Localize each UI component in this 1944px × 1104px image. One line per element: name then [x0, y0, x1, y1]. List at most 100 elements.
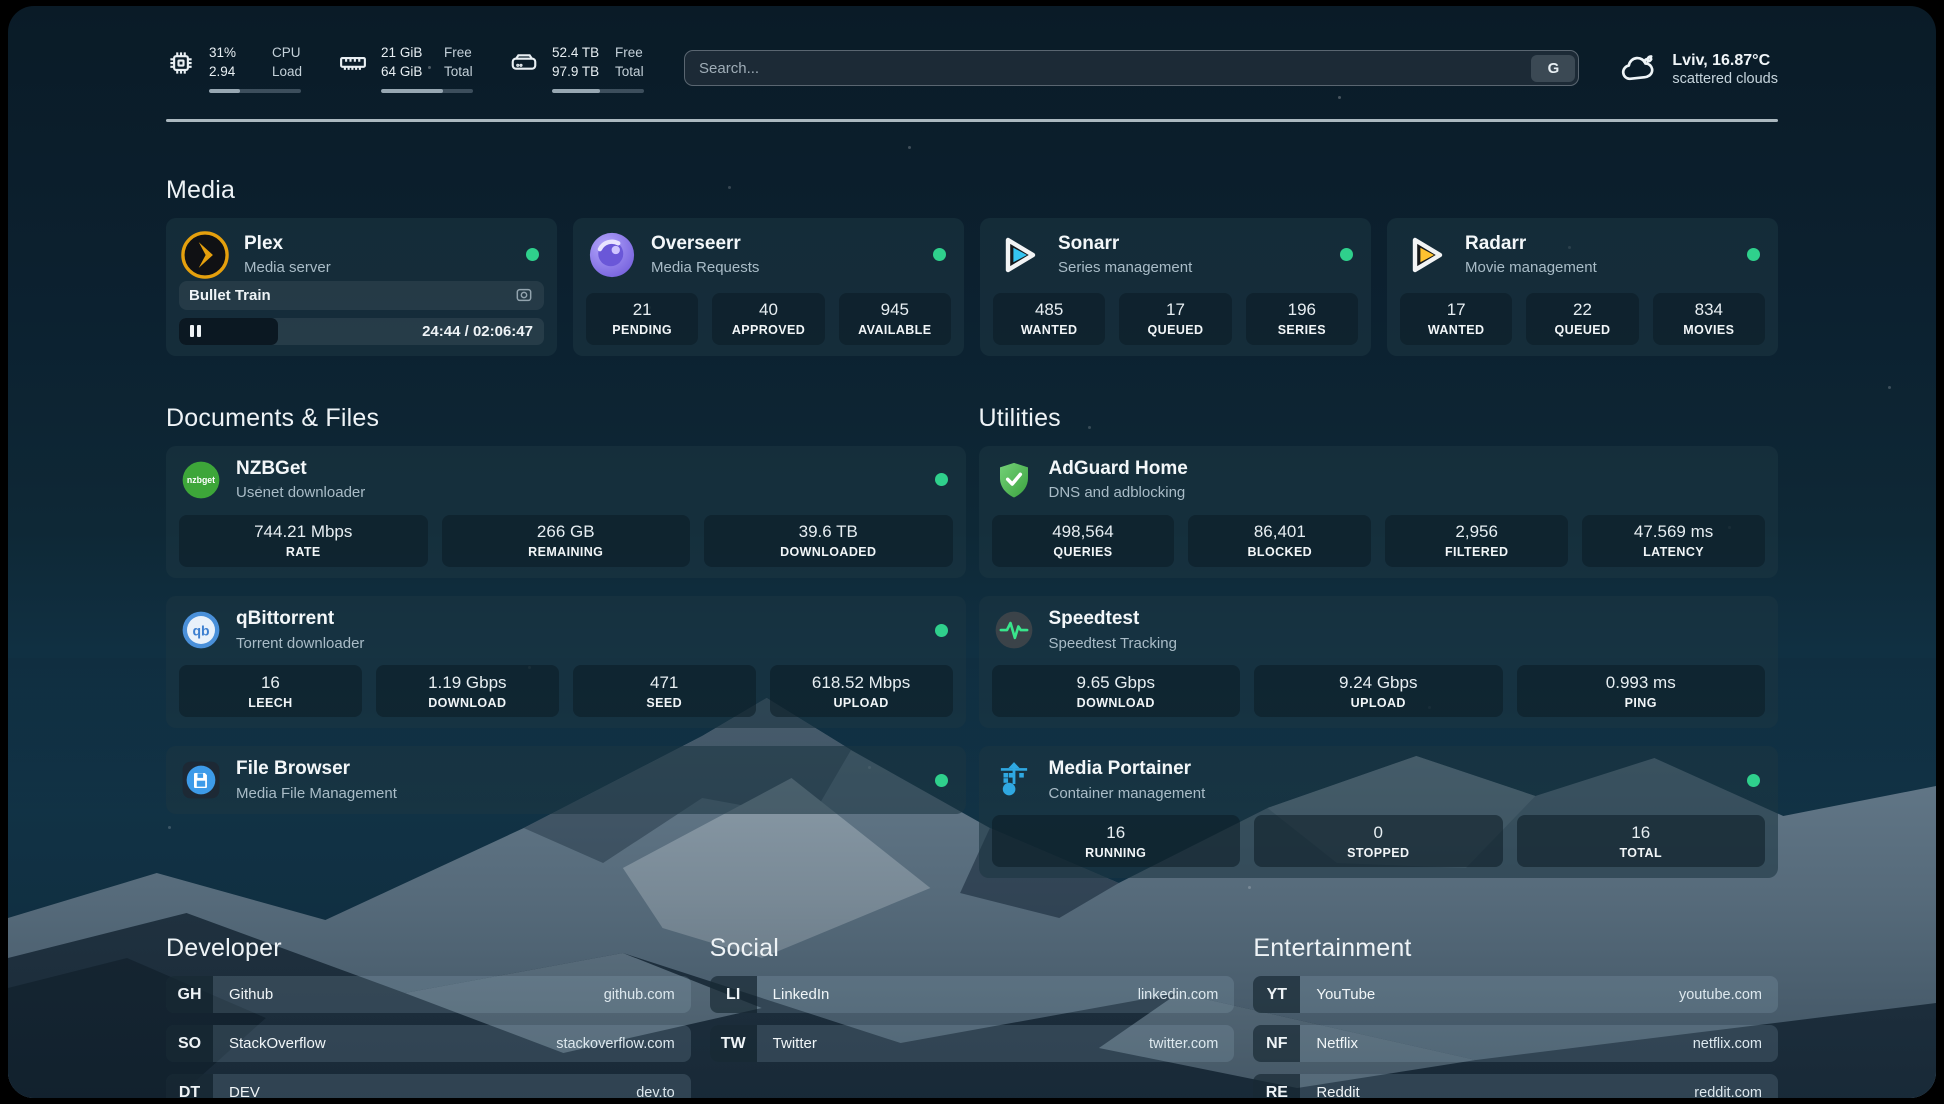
bookmark-github[interactable]: GH Github github.com	[166, 976, 691, 1013]
sonarr-stat-wanted: 485WANTED	[993, 293, 1105, 345]
memory-total-label: Total	[444, 63, 473, 82]
bookmark-twitter[interactable]: TW Twitter twitter.com	[710, 1025, 1235, 1062]
bookmark-netflix[interactable]: NF Netflix netflix.com	[1253, 1025, 1778, 1062]
search-input[interactable]	[685, 51, 1528, 85]
plex-desc: Media server	[244, 258, 331, 278]
nzbget-icon: nzbget	[179, 458, 223, 502]
twitter-name: Twitter	[757, 1025, 817, 1062]
portainer-desc: Container management	[1049, 784, 1206, 804]
reddit-abbr: RE	[1253, 1074, 1300, 1098]
filebrowser-name: File Browser	[236, 757, 397, 782]
weather-location-temp: Lviv, 16.87°C	[1672, 50, 1778, 72]
twitter-abbr: TW	[710, 1025, 757, 1062]
cloud-icon	[1619, 48, 1659, 88]
disk-icon	[509, 48, 539, 78]
radarr-stat-movies: 834MOVIES	[1653, 293, 1765, 345]
card-sonarr[interactable]: Sonarr Series management 485WANTED 17QUE…	[980, 218, 1371, 356]
memory-total-value: 64 GiB	[381, 63, 431, 82]
pause-icon	[190, 325, 201, 337]
speedtest-stat-download: 9.65 GbpsDOWNLOAD	[992, 665, 1241, 717]
card-adguard[interactable]: AdGuard Home DNS and adblocking 498,564Q…	[979, 446, 1779, 578]
card-overseerr[interactable]: Overseerr Media Requests 21PENDING 40APP…	[573, 218, 964, 356]
disk-free-value: 52.4 TB	[552, 44, 602, 63]
bookmark-stackoverflow[interactable]: SO StackOverflow stackoverflow.com	[166, 1025, 691, 1062]
sonarr-icon	[993, 229, 1045, 281]
adguard-name: AdGuard Home	[1049, 457, 1188, 482]
nzbget-stat-remaining: 266 GBREMAINING	[442, 515, 691, 567]
qbittorrent-stat-upload: 618.52 MbpsUPLOAD	[770, 665, 953, 717]
filebrowser-desc: Media File Management	[236, 784, 397, 804]
dev-abbr: DT	[166, 1074, 213, 1098]
adguard-stat-latency: 47.569 msLATENCY	[1582, 515, 1765, 567]
portainer-icon	[992, 758, 1036, 802]
section-media: Media Plex Media server	[166, 176, 1778, 356]
netflix-name: Netflix	[1300, 1025, 1358, 1062]
overseerr-status-dot	[933, 248, 946, 261]
bookmark-linkedin[interactable]: LI LinkedIn linkedin.com	[710, 976, 1235, 1013]
nzbget-stat-downloaded: 39.6 TBDOWNLOADED	[704, 515, 953, 567]
weather-widget: Lviv, 16.87°C scattered clouds	[1619, 48, 1778, 88]
card-filebrowser[interactable]: File Browser Media File Management	[166, 746, 966, 814]
dev-url: dev.to	[636, 1074, 690, 1098]
sonarr-status-dot	[1340, 248, 1353, 261]
reddit-url: reddit.com	[1694, 1074, 1778, 1098]
qbittorrent-stat-leech: 16LEECH	[179, 665, 362, 717]
disk-total-label: Total	[615, 63, 644, 82]
svg-text:nzbget: nzbget	[187, 475, 215, 485]
bookmark-dev[interactable]: DT DEV dev.to	[166, 1074, 691, 1098]
disk-progressbar	[552, 89, 644, 93]
video-icon	[514, 285, 534, 305]
snow-specks	[8, 6, 11, 9]
stackoverflow-url: stackoverflow.com	[556, 1025, 690, 1062]
sonarr-stat-queued: 17QUEUED	[1119, 293, 1231, 345]
section-title-utilities: Utilities	[979, 404, 1779, 433]
memory-widget: 21 GiB 64 GiB Free Total	[338, 44, 473, 93]
radarr-stat-wanted: 17WANTED	[1400, 293, 1512, 345]
bookmark-youtube[interactable]: YT YouTube youtube.com	[1253, 976, 1778, 1013]
radarr-status-dot	[1747, 248, 1760, 261]
qbittorrent-stat-download: 1.19 GbpsDOWNLOAD	[376, 665, 559, 717]
youtube-abbr: YT	[1253, 976, 1300, 1013]
cpu-progressbar	[209, 89, 301, 93]
card-portainer[interactable]: Media Portainer Container management 16R…	[979, 746, 1779, 878]
disk-widget: 52.4 TB 97.9 TB Free Total	[509, 44, 644, 93]
search-provider-button[interactable]: G	[1531, 55, 1575, 82]
github-url: github.com	[604, 976, 691, 1013]
header-bar: 31% 2.94 CPU Load	[166, 44, 1778, 93]
netflix-url: netflix.com	[1693, 1025, 1778, 1062]
github-name: Github	[213, 976, 273, 1013]
bookmark-reddit[interactable]: RE Reddit reddit.com	[1253, 1074, 1778, 1098]
filebrowser-status-dot	[935, 774, 948, 787]
section-title-media: Media	[166, 176, 1778, 205]
speedtest-stat-ping: 0.993 msPING	[1517, 665, 1766, 717]
search-bar[interactable]: G	[684, 50, 1579, 86]
sonarr-name: Sonarr	[1058, 232, 1192, 257]
speedtest-name: Speedtest	[1049, 607, 1177, 632]
stackoverflow-abbr: SO	[166, 1025, 213, 1062]
adguard-stat-blocked: 86,401BLOCKED	[1188, 515, 1371, 567]
card-qbittorrent[interactable]: qb qBittorrent Torrent downloader	[166, 596, 966, 728]
speedtest-stat-upload: 9.24 GbpsUPLOAD	[1254, 665, 1503, 717]
card-speedtest[interactable]: Speedtest Speedtest Tracking 9.65 GbpsDO…	[979, 596, 1779, 728]
cpu-load-label: Load	[272, 63, 302, 82]
card-radarr[interactable]: Radarr Movie management 17WANTED 22QUEUE…	[1387, 218, 1778, 356]
cpu-load-value: 2.94	[209, 63, 259, 82]
bookmark-group-social: Social LI LinkedIn linkedin.com TW Twitt…	[710, 934, 1235, 1098]
overseerr-name: Overseerr	[651, 232, 759, 257]
disk-free-label: Free	[615, 44, 644, 63]
qbittorrent-stat-seed: 471SEED	[573, 665, 756, 717]
overseerr-desc: Media Requests	[651, 258, 759, 278]
card-nzbget[interactable]: nzbget NZBGet Usenet downloader 74	[166, 446, 966, 578]
portainer-stat-total: 16TOTAL	[1517, 815, 1766, 867]
cpu-label: CPU	[272, 44, 302, 63]
portainer-name: Media Portainer	[1049, 757, 1206, 782]
section-title-documents: Documents & Files	[166, 404, 966, 433]
linkedin-abbr: LI	[710, 976, 757, 1013]
system-stats: 31% 2.94 CPU Load	[166, 44, 644, 93]
github-abbr: GH	[166, 976, 213, 1013]
svg-text:qb: qb	[192, 622, 209, 638]
card-plex[interactable]: Plex Media server Bullet Train	[166, 218, 557, 356]
memory-free-value: 21 GiB	[381, 44, 431, 63]
reddit-name: Reddit	[1300, 1074, 1359, 1098]
sonarr-stat-series: 196SERIES	[1246, 293, 1358, 345]
